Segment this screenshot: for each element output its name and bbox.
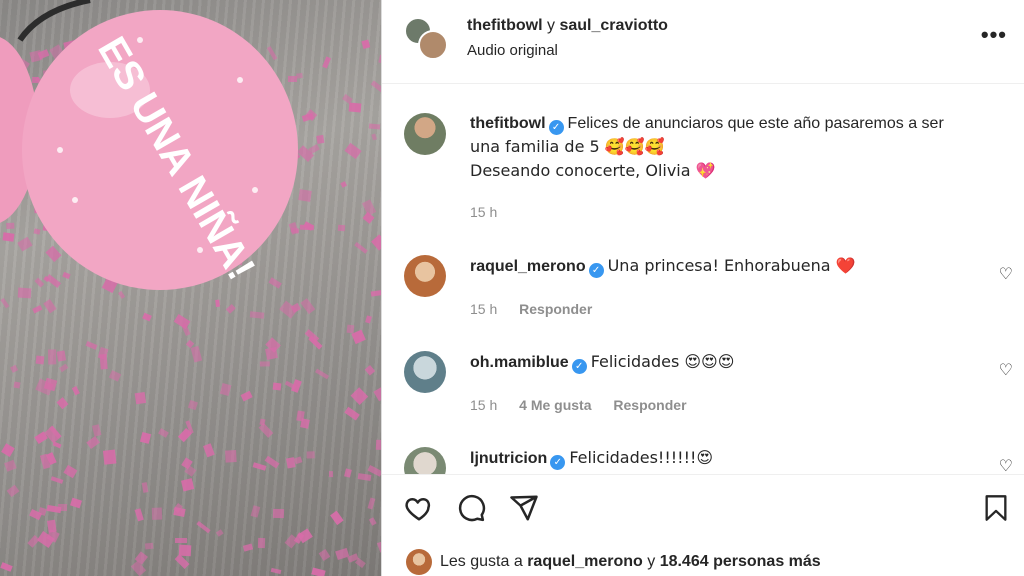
caption: thefitbowl ✓ Felices de anunciaros que est…	[382, 112, 1024, 232]
comment-avatar[interactable]	[404, 255, 446, 297]
comment-icon[interactable]	[456, 493, 486, 523]
author-connector: y	[547, 17, 555, 34]
comment-text: ljnutricion ✓ Felicidades!!!!!!😍	[470, 446, 990, 470]
verified-icon: ✓	[571, 359, 587, 374]
reply-button[interactable]: Responder	[519, 301, 592, 317]
reply-button[interactable]: Responder	[613, 397, 686, 413]
like-comment-icon[interactable]: ♡	[999, 360, 1013, 380]
comment-message: Felicidades!!!!!!😍	[569, 448, 714, 467]
coauthor-link[interactable]: saul_craviotto	[559, 17, 667, 34]
ribbon	[17, 0, 91, 42]
comment-avatar[interactable]	[404, 447, 446, 474]
post-authors: thefitbowl y saul_craviotto	[467, 17, 668, 35]
comment-user[interactable]: oh.mamiblue	[470, 354, 569, 371]
comments-list[interactable]: thefitbowl ✓ Felices de anunciaros que est…	[382, 84, 1024, 474]
balloon-illustration: ES UNA NIÑA!	[0, 0, 298, 290]
liker-avatar[interactable]	[406, 549, 432, 575]
comment-likes[interactable]: 4 Me gusta	[519, 397, 591, 413]
like-comment-icon[interactable]: ♡	[999, 264, 1013, 284]
verified-icon: ✓	[550, 455, 566, 470]
caption-time[interactable]: 15 h	[470, 204, 497, 220]
author-link[interactable]: thefitbowl	[467, 17, 543, 34]
coauthor-avatar[interactable]	[418, 30, 448, 60]
comment-time[interactable]: 15 h	[470, 301, 497, 317]
comment-time[interactable]: 15 h	[470, 397, 497, 413]
bookmark-icon[interactable]	[982, 493, 1010, 523]
caption-text: thefitbowl ✓ Felices de anunciaros que est…	[470, 112, 990, 183]
caption-meta: 15 h	[470, 204, 515, 220]
comment-avatar[interactable]	[404, 351, 446, 393]
likes-count-link[interactable]: 18.464 personas más	[660, 553, 821, 570]
caption-line1: Felices de anunciaros que este año pasar…	[567, 115, 944, 132]
comment-text: oh.mamiblue ✓ Felicidades 😍😍😍	[470, 350, 990, 374]
caption-line2: una familia de 5 🥰🥰🥰	[470, 137, 665, 156]
comment-item: oh.mamiblue ✓ Felicidades 😍😍😍 15 h 4 Me gu…	[382, 350, 1024, 430]
likes-prefix: Les gusta a	[440, 553, 523, 570]
verified-icon: ✓	[548, 120, 564, 135]
comment-message: Felicidades 😍😍😍	[590, 352, 735, 371]
liker-link[interactable]: raquel_merono	[527, 553, 643, 570]
comment-item: ljnutricion ✓ Felicidades!!!!!!😍 ♡	[382, 446, 1024, 474]
likes-summary: Les gusta a raquel_merono y 18.464 perso…	[440, 553, 821, 571]
audio-link[interactable]: Audio original	[467, 42, 558, 59]
likes-connector: y	[647, 553, 656, 570]
comment-text: raquel_merono ✓ Una princesa! Enhorabuena …	[470, 254, 990, 278]
post-sidebar: thefitbowl y saul_craviotto Audio origin…	[381, 0, 1024, 576]
caption-avatar[interactable]	[404, 113, 446, 155]
post-header: thefitbowl y saul_craviotto Audio origin…	[382, 0, 1024, 84]
heart-icon[interactable]	[404, 493, 434, 523]
caption-user[interactable]: thefitbowl	[470, 115, 546, 132]
more-horizontal-icon[interactable]: •••	[981, 22, 1007, 48]
post-actions: Les gusta a raquel_merono y 18.464 perso…	[382, 474, 1024, 576]
caption-line3: Deseando conocerte, Olivia 💖	[470, 161, 716, 180]
comment-item: raquel_merono ✓ Una princesa! Enhorabuena …	[382, 254, 1024, 334]
verified-icon: ✓	[588, 263, 604, 278]
comment-meta: 15 h 4 Me gusta Responder	[470, 397, 705, 413]
comment-user[interactable]: raquel_merono	[470, 258, 586, 275]
comment-user[interactable]: ljnutricion	[470, 450, 547, 467]
like-comment-icon[interactable]: ♡	[999, 456, 1013, 474]
post-media[interactable]: ES UNA NIÑA!	[0, 0, 381, 576]
comment-meta: 15 h Responder	[470, 301, 610, 317]
comment-message: Una princesa! Enhorabuena ❤️	[607, 256, 856, 275]
share-icon[interactable]	[509, 493, 539, 523]
